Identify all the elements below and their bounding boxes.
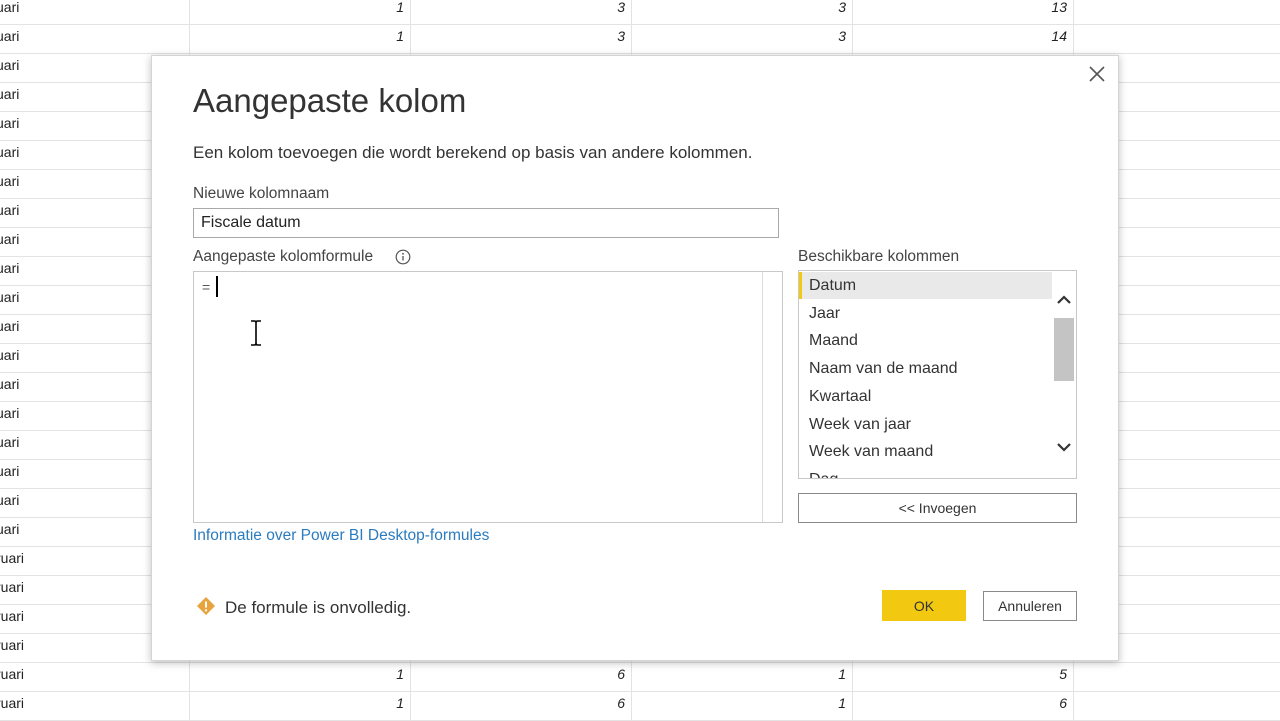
table-row: uari13314	[0, 25, 1280, 54]
table-cell	[1074, 25, 1280, 53]
table-cell: 3	[411, 25, 632, 53]
table-cell	[1074, 0, 1280, 24]
table-cell: 6	[411, 663, 632, 691]
chevron-up-icon[interactable]	[1056, 292, 1072, 308]
formula-scrollbar[interactable]	[762, 272, 782, 522]
table-cell: 3	[632, 25, 853, 53]
new-column-name-label: Nieuwe kolomnaam	[193, 185, 330, 202]
list-scrollbar[interactable]	[1053, 271, 1076, 478]
available-columns-list[interactable]: Datum Jaar Maand Naam van de maand Kwartaal W…	[798, 270, 1077, 479]
available-column-item[interactable]: Naam van de maand	[799, 355, 1052, 382]
table-cell: 6	[853, 692, 1074, 720]
scrollbar-thumb[interactable]	[1054, 318, 1074, 381]
formula-label: Aangepaste kolomformule	[193, 248, 374, 265]
text-cursor-icon	[251, 320, 261, 346]
ok-button[interactable]: OK	[882, 590, 966, 621]
new-column-name-input[interactable]	[193, 208, 779, 238]
text-caret	[216, 276, 218, 297]
table-cell: ruari	[0, 663, 190, 691]
table-cell: 1	[190, 0, 411, 24]
chevron-down-icon[interactable]	[1056, 439, 1072, 455]
custom-column-dialog: Aangepaste kolom Een kolom toevoegen die…	[151, 55, 1119, 661]
available-column-item[interactable]: Kwartaal	[799, 383, 1052, 410]
table-cell: 3	[411, 0, 632, 24]
available-column-item[interactable]: Week van jaar	[799, 411, 1052, 438]
available-column-item[interactable]: Week van maand	[799, 438, 1052, 465]
formula-help-link[interactable]: Informatie over Power BI Desktop-formule…	[193, 527, 489, 545]
table-cell: 1	[190, 25, 411, 53]
table-cell	[1074, 692, 1280, 720]
close-icon[interactable]	[1087, 64, 1107, 84]
table-cell: 13	[853, 0, 1074, 24]
formula-equals-sign: =	[202, 279, 211, 295]
table-cell: uari	[0, 0, 190, 24]
table-row: ruari1616	[0, 692, 1280, 721]
dialog-description: Een kolom toevoegen die wordt berekend o…	[193, 143, 753, 162]
available-column-item[interactable]: Datum	[799, 272, 1052, 299]
dialog-title: Aangepaste kolom	[193, 82, 467, 119]
table-row: ruari1615	[0, 663, 1280, 692]
table-cell: ruari	[0, 692, 190, 720]
available-column-item[interactable]: Dag	[799, 466, 1052, 478]
cancel-button[interactable]: Annuleren	[983, 591, 1077, 621]
available-column-item[interactable]: Maand	[799, 327, 1052, 354]
table-cell: 1	[190, 663, 411, 691]
formula-editor[interactable]: =	[193, 271, 783, 523]
available-column-item[interactable]: Jaar	[799, 300, 1052, 327]
insert-button[interactable]: << Invoegen	[798, 493, 1077, 523]
table-cell: 1	[632, 692, 853, 720]
table-cell: uari	[0, 25, 190, 53]
table-cell: 3	[632, 0, 853, 24]
table-row: uari13313	[0, 0, 1280, 25]
available-columns-label: Beschikbare kolommen	[798, 248, 960, 265]
warning-message: De formule is onvolledig.	[225, 598, 412, 617]
table-cell	[1074, 663, 1280, 691]
table-cell: 14	[853, 25, 1074, 53]
table-cell: 1	[632, 663, 853, 691]
info-icon[interactable]	[395, 249, 411, 265]
table-cell: 6	[411, 692, 632, 720]
table-cell: 1	[190, 692, 411, 720]
warning-icon	[197, 597, 215, 615]
table-cell: 5	[853, 663, 1074, 691]
